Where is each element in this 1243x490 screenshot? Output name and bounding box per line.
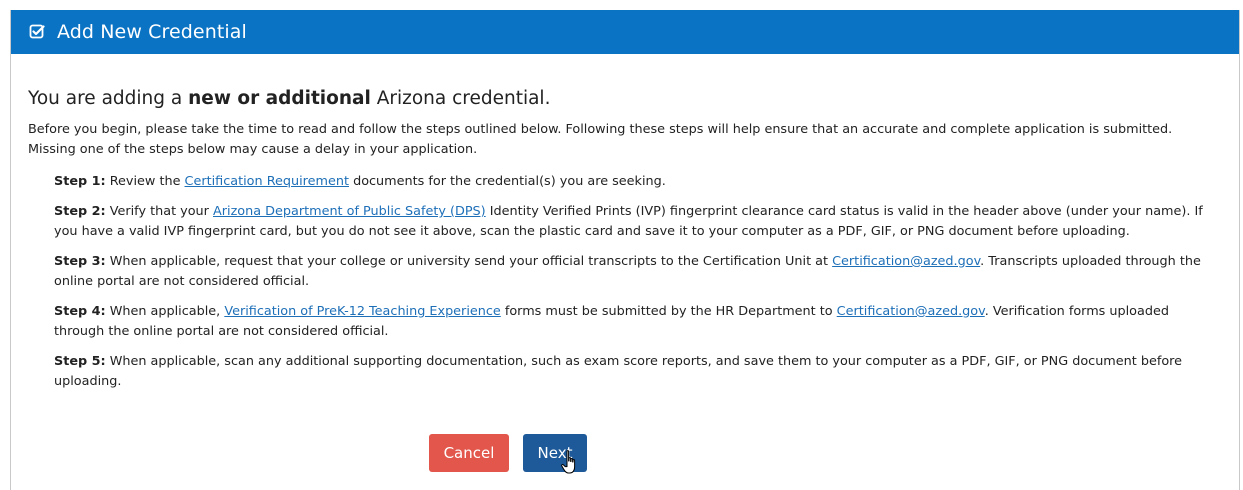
step-3: Step 3: When applicable, request that yo… (54, 252, 1204, 292)
panel-title: Add New Credential (57, 21, 247, 43)
step-label: Step 5: (54, 354, 106, 369)
certification-requirement-link[interactable]: Certification Requirement (185, 174, 349, 189)
check-square-icon (27, 22, 47, 42)
intro-heading: You are adding a new or additional Arizo… (28, 88, 1239, 109)
step-text: documents for the credential(s) you are … (349, 174, 666, 189)
intro-heading-prefix: You are adding a (28, 88, 189, 109)
step-text: When applicable, scan any additional sup… (54, 354, 1183, 389)
certification-email-link[interactable]: Certification@azed.gov (832, 254, 980, 269)
certification-email-link[interactable]: Certification@azed.gov (837, 304, 985, 319)
dps-link[interactable]: Arizona Department of Public Safety (DPS… (213, 204, 486, 219)
intro-heading-suffix: Arizona credential. (370, 88, 551, 109)
step-text: Verify that your (105, 204, 213, 219)
intro-heading-bold: new or additional (188, 88, 371, 109)
step-1: Step 1: Review the Certification Require… (54, 172, 1204, 192)
step-text: When applicable, (105, 304, 225, 319)
step-label: Step 2: (54, 204, 106, 219)
intro-paragraph: Before you begin, please take the time t… (28, 122, 1173, 157)
step-label: Step 4: (54, 304, 106, 319)
add-credential-panel: Add New Credential You are adding a new … (10, 10, 1240, 490)
panel-body: You are adding a new or additional Arizo… (11, 54, 1239, 392)
step-text: When applicable, request that your colle… (105, 254, 833, 269)
teaching-experience-link[interactable]: Verification of PreK-12 Teaching Experie… (224, 304, 500, 319)
steps-list: Step 1: Review the Certification Require… (54, 172, 1204, 392)
panel-header: Add New Credential (11, 10, 1239, 54)
step-label: Step 3: (54, 254, 106, 269)
step-2: Step 2: Verify that your Arizona Departm… (54, 202, 1204, 242)
step-5: Step 5: When applicable, scan any additi… (54, 352, 1204, 392)
next-button[interactable]: Next (523, 434, 587, 472)
step-text: Review the (105, 174, 185, 189)
step-label: Step 1: (54, 174, 106, 189)
step-4: Step 4: When applicable, Verification of… (54, 302, 1204, 342)
cancel-button[interactable]: Cancel (429, 434, 509, 472)
step-text: forms must be submitted by the HR Depart… (500, 304, 837, 319)
action-buttons: Cancel Next (429, 434, 587, 472)
